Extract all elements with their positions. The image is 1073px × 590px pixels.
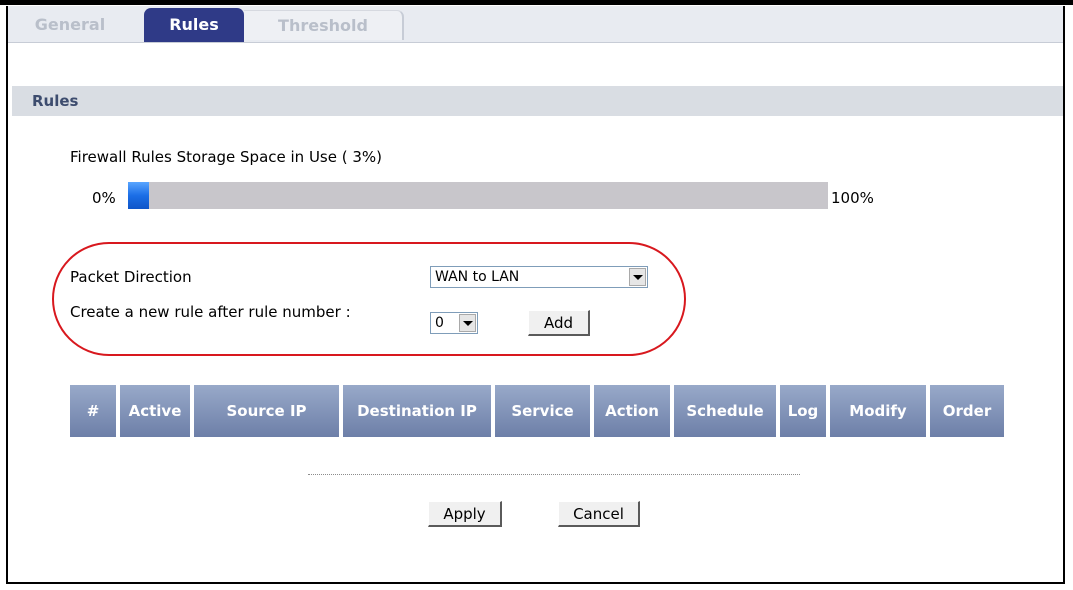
tab-threshold[interactable]: Threshold bbox=[244, 10, 404, 40]
storage-progress-fill bbox=[128, 182, 149, 209]
tab-bar: General Threshold Rules bbox=[8, 6, 1063, 43]
packet-direction-label: Packet Direction bbox=[70, 268, 192, 286]
progress-min-label: 0% bbox=[92, 189, 116, 207]
rule-number-select[interactable]: 0 bbox=[430, 312, 478, 334]
column-header-log: Log bbox=[780, 385, 826, 437]
storage-usage-text: Firewall Rules Storage Space in Use bbox=[70, 148, 337, 166]
rules-table-header: # Active Source IP Destination IP Servic… bbox=[70, 385, 1004, 437]
column-header-active: Active bbox=[120, 385, 190, 437]
column-header-destination-ip: Destination IP bbox=[343, 385, 491, 437]
rules-panel: General Threshold Rules Rules Firewall R… bbox=[6, 6, 1065, 584]
rule-number-value: 0 bbox=[435, 315, 444, 331]
column-header-service: Service bbox=[495, 385, 590, 437]
storage-progress-bar bbox=[128, 182, 828, 209]
section-header: Rules bbox=[12, 86, 1063, 116]
packet-direction-value: WAN to LAN bbox=[435, 269, 520, 285]
storage-usage-label: Firewall Rules Storage Space in Use ( 3%… bbox=[70, 148, 382, 166]
tab-general[interactable]: General bbox=[10, 10, 130, 40]
tab-rules[interactable]: Rules bbox=[144, 8, 244, 42]
caption-strip bbox=[0, 0, 1073, 5]
apply-button[interactable]: Apply bbox=[428, 501, 502, 527]
column-header-order: Order bbox=[930, 385, 1004, 437]
column-header-action: Action bbox=[594, 385, 670, 437]
column-header-schedule: Schedule bbox=[674, 385, 776, 437]
cancel-button[interactable]: Cancel bbox=[558, 501, 640, 527]
progress-max-label: 100% bbox=[831, 189, 874, 207]
section-title: Rules bbox=[32, 92, 79, 110]
storage-usage-percent: ( 3%) bbox=[341, 148, 383, 166]
column-header-source-ip: Source IP bbox=[194, 385, 339, 437]
table-divider bbox=[308, 474, 800, 475]
column-header-number: # bbox=[70, 385, 116, 437]
add-rule-button[interactable]: Add bbox=[528, 310, 590, 336]
column-header-modify: Modify bbox=[830, 385, 926, 437]
new-rule-label: Create a new rule after rule number : bbox=[70, 303, 351, 321]
highlight-oval bbox=[52, 242, 686, 356]
dropdown-arrow-icon[interactable] bbox=[459, 314, 476, 332]
packet-direction-select[interactable]: WAN to LAN bbox=[430, 266, 648, 288]
dropdown-arrow-icon[interactable] bbox=[629, 268, 646, 286]
